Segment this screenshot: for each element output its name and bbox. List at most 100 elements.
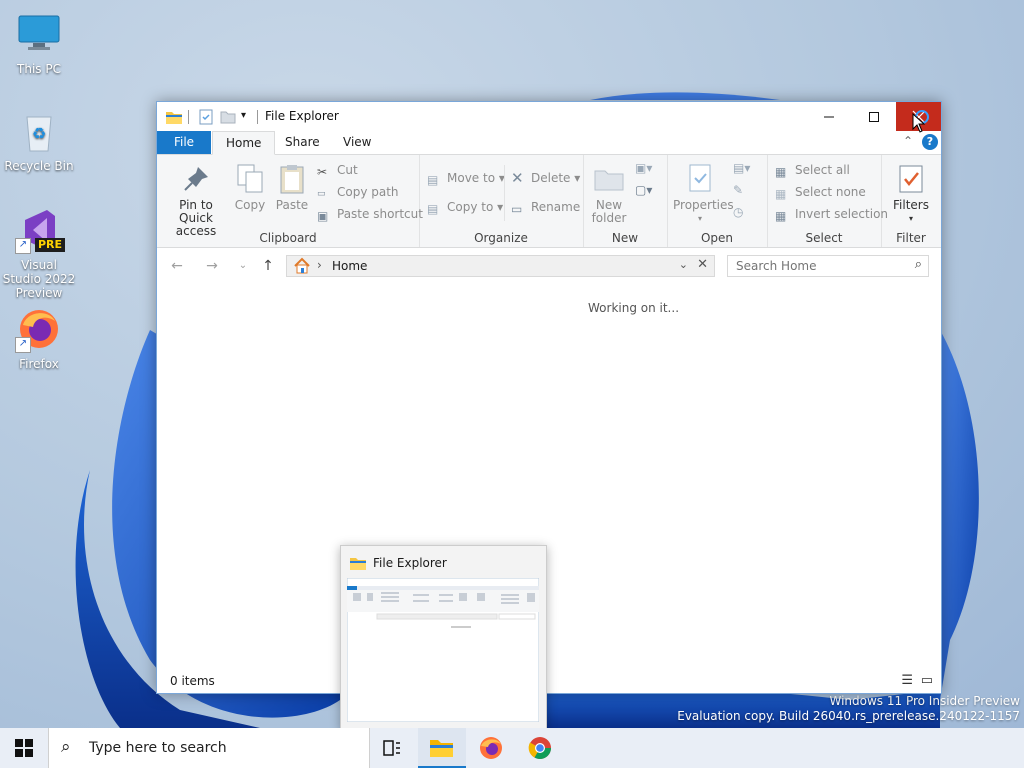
paste-button[interactable]: Paste	[273, 163, 311, 212]
windows-logo-icon	[15, 739, 33, 757]
up-arrow-icon[interactable]: ↑	[259, 258, 277, 274]
ribbon-tabs: File Home Share View ⌃ ?	[157, 131, 941, 155]
file-explorer-window: ▾ File Explorer File Home Share View ⌃ ?…	[156, 101, 942, 694]
copy-to-button[interactable]: ▤ Copy to ▾	[427, 198, 503, 216]
start-button[interactable]	[0, 728, 48, 768]
os-watermark: Windows 11 Pro Insider Preview Evaluatio…	[677, 694, 1020, 724]
thumbnail-window-preview	[347, 578, 539, 722]
large-icons-view-icon[interactable]: ▭	[921, 673, 933, 688]
desktop-icon-firefox[interactable]: ↗ Firefox	[1, 305, 77, 371]
filters-button[interactable]: Filters ▾	[887, 163, 935, 225]
address-bar[interactable]: › Home ⌄ ✕	[286, 255, 715, 277]
history-icon[interactable]: ◷	[733, 205, 743, 219]
tab-view[interactable]: View	[330, 131, 384, 154]
group-select: ▦ Select all ▦ Select none ▦ Invert selecti…	[767, 155, 888, 247]
taskbar-firefox[interactable]	[467, 728, 515, 768]
copy-to-label: Copy to	[447, 200, 494, 214]
open-icon[interactable]: ▤▾	[733, 161, 750, 175]
edit-icon[interactable]: ✎	[733, 183, 743, 197]
search-box[interactable]: ⌕	[727, 255, 929, 277]
properties-qat-icon[interactable]	[198, 109, 214, 125]
title-bar[interactable]: ▾ File Explorer	[157, 102, 941, 131]
group-filter: Filters ▾ Filter	[881, 155, 941, 247]
move-to-icon: ▤	[427, 173, 439, 187]
desktop-icon-this-pc[interactable]: This PC	[1, 10, 77, 76]
select-all-label: Select all	[795, 163, 850, 177]
desktop-icon-visual-studio[interactable]: PRE ↗ Visual Studio 2022 Preview	[1, 206, 77, 300]
tab-share[interactable]: Share	[272, 131, 333, 154]
task-view-button[interactable]	[368, 728, 416, 768]
taskbar-chrome[interactable]	[516, 728, 564, 768]
rename-button[interactable]: ▭ Rename	[511, 198, 580, 216]
back-arrow-icon[interactable]: ←	[168, 258, 186, 274]
forward-arrow-icon[interactable]: →	[203, 258, 221, 274]
copy-button[interactable]: Copy	[233, 163, 267, 212]
loading-message: Working on it...	[588, 301, 680, 315]
group-label: Filter	[896, 231, 926, 245]
help-icon[interactable]: ?	[922, 134, 938, 150]
ribbon: Pin to Quick access Copy Paste ✂ Cut ▭ Cop…	[157, 155, 941, 248]
tab-file[interactable]: File	[157, 131, 211, 154]
divider	[504, 165, 505, 221]
minimize-button[interactable]	[806, 102, 851, 131]
clipboard-icon	[276, 163, 308, 195]
recent-locations-icon[interactable]: ⌄	[234, 258, 252, 274]
properties-button[interactable]: Properties ▾	[673, 163, 734, 225]
move-to-button[interactable]: ▤ Move to ▾	[427, 169, 505, 187]
desktop-icon-recycle-bin[interactable]: ♻ Recycle Bin	[1, 107, 77, 173]
divider	[257, 110, 258, 124]
group-clipboard: Pin to Quick access Copy Paste ✂ Cut ▭ Cop…	[157, 155, 423, 247]
breadcrumb-separator: ›	[317, 258, 322, 272]
select-all-button[interactable]: ▦ Select all	[775, 161, 850, 179]
delete-button[interactable]: ✕ Delete ▾	[511, 169, 580, 187]
maximize-button[interactable]	[851, 102, 896, 131]
folder-icon	[165, 109, 183, 125]
desktop-icon-label: Firefox	[19, 357, 59, 371]
tab-home[interactable]: Home	[212, 131, 276, 155]
select-none-button[interactable]: ▦ Select none	[775, 183, 866, 201]
svg-text:♻: ♻	[32, 124, 46, 143]
new-folder-button[interactable]: New folder	[589, 163, 629, 225]
cut-label: Cut	[337, 163, 358, 177]
cut-button[interactable]: ✂ Cut	[317, 161, 358, 179]
taskbar-file-explorer[interactable]	[418, 728, 466, 768]
monitor-icon	[15, 10, 63, 58]
group-new: New folder ▣▾ ▢▾ New	[583, 155, 668, 247]
paste-shortcut-button[interactable]: ▣ Paste shortcut	[317, 205, 423, 223]
group-label: Organize	[474, 231, 528, 245]
address-dropdown-icon[interactable]: ⌄	[679, 258, 688, 271]
visual-studio-icon: PRE ↗	[15, 206, 65, 254]
watermark-line1: Windows 11 Pro Insider Preview	[829, 694, 1020, 708]
copy-path-label: Copy path	[337, 185, 399, 199]
taskbar-search-box[interactable]: ⌕ Type here to search	[48, 728, 370, 768]
pin-quick-access-button[interactable]: Pin to Quick access	[163, 163, 229, 238]
item-count: 0 items	[170, 674, 215, 688]
divider	[188, 110, 189, 124]
customize-qat-icon[interactable]: ▾	[241, 110, 246, 126]
details-view-icon[interactable]: ☰	[901, 673, 913, 688]
collapse-ribbon-icon[interactable]: ⌃	[903, 134, 913, 148]
folder-icon	[430, 740, 453, 757]
easy-access-icon[interactable]: ▢▾	[635, 183, 652, 197]
scissors-icon: ✂	[317, 165, 328, 179]
rename-icon: ▭	[511, 202, 523, 216]
select-none-label: Select none	[795, 185, 866, 199]
search-input[interactable]	[728, 256, 908, 276]
file-list-area[interactable]: Working on it...	[157, 284, 941, 664]
taskbar-thumbnail-preview[interactable]: File Explorer	[340, 545, 547, 730]
mouse-cursor-icon	[912, 113, 926, 133]
invert-selection-label: Invert selection	[795, 207, 889, 221]
properties-icon	[684, 163, 716, 195]
invert-selection-button[interactable]: ▦ Invert selection	[775, 205, 888, 223]
breadcrumb-home[interactable]: Home	[332, 259, 367, 273]
shortcut-arrow-icon: ↗	[15, 238, 31, 254]
new-item-icon[interactable]: ▣▾	[635, 161, 652, 175]
group-label: Clipboard	[259, 231, 317, 245]
copy-icon	[234, 163, 266, 195]
pin-icon	[180, 163, 212, 195]
new-folder-qat-icon[interactable]	[220, 109, 236, 125]
copy-path-button[interactable]: ▭ Copy path	[317, 183, 399, 201]
invert-selection-icon: ▦	[775, 209, 787, 223]
minimize-icon	[823, 116, 834, 117]
clear-address-icon[interactable]: ✕	[697, 257, 708, 272]
